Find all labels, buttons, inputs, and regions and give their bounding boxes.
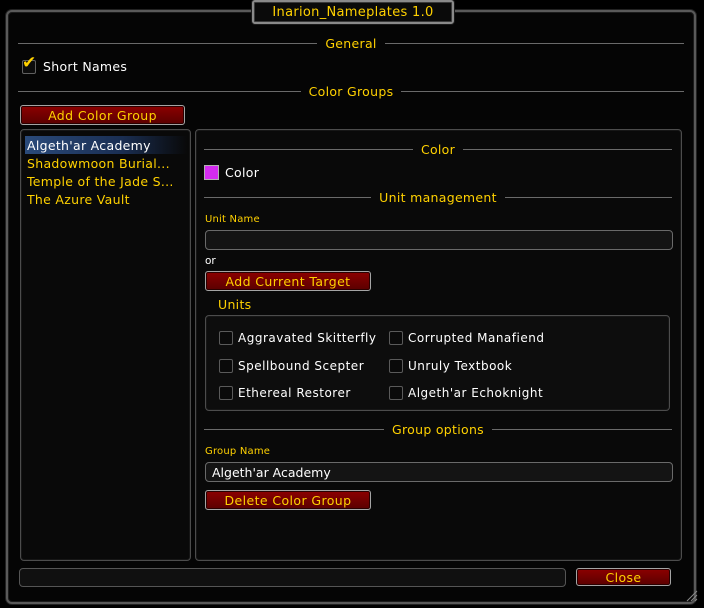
unit-label: Unruly Textbook (408, 359, 513, 373)
unit-label: Spellbound Scepter (238, 359, 365, 373)
unit-management-heading: Unit management (204, 190, 672, 205)
unit-label: Algeth'ar Echoknight (408, 386, 544, 400)
unit-label: Ethereal Restorer (238, 386, 351, 400)
color-label: Color (225, 165, 260, 180)
list-item[interactable]: The Azure Vault (25, 190, 187, 208)
units-box: Aggravated Skitterfly Corrupted Manafien… (205, 315, 670, 411)
window-title-text: Inarion_Nameplates 1.0 (272, 4, 434, 20)
general-heading: General (18, 36, 684, 51)
unit-checkbox[interactable] (389, 386, 403, 400)
group-name-label: Group Name (205, 446, 271, 457)
unit-checkbox[interactable] (389, 359, 403, 373)
unit-checkbox[interactable] (389, 331, 403, 345)
short-names-label: Short Names (43, 59, 128, 74)
add-current-target-button[interactable]: Add Current Target (205, 271, 371, 291)
color-group-list[interactable]: Algeth'ar Academy Shadowmoon Burial... T… (20, 129, 191, 561)
unit-name-label: Unit Name (205, 214, 260, 225)
resize-grip-icon[interactable] (686, 590, 698, 602)
delete-color-group-button[interactable]: Delete Color Group (205, 490, 371, 510)
window-title[interactable]: Inarion_Nameplates 1.0 (252, 0, 454, 24)
checkmark-icon: ✔ (22, 53, 37, 73)
list-item[interactable]: Shadowmoon Burial... (25, 154, 187, 172)
units-label: Units (218, 297, 252, 312)
color-groups-heading: Color Groups (18, 84, 684, 99)
unit-name-input[interactable] (205, 230, 673, 250)
list-item[interactable]: Temple of the Jade S... (25, 172, 187, 190)
color-heading: Color (204, 142, 673, 157)
or-label: or (205, 255, 216, 267)
status-bar (19, 568, 566, 587)
color-swatch[interactable] (204, 165, 219, 180)
unit-checkbox[interactable] (219, 386, 233, 400)
group-name-input[interactable]: Algeth'ar Academy (205, 462, 673, 482)
unit-checkbox[interactable] (219, 331, 233, 345)
group-options-heading: Group options (204, 422, 672, 437)
unit-label: Corrupted Manafiend (408, 331, 545, 345)
list-item[interactable]: Algeth'ar Academy (25, 136, 187, 154)
close-button[interactable]: Close (576, 568, 671, 586)
short-names-checkbox[interactable]: ✔ (22, 55, 36, 74)
unit-checkbox[interactable] (219, 359, 233, 373)
add-color-group-button[interactable]: Add Color Group (20, 105, 185, 125)
unit-label: Aggravated Skitterfly (238, 331, 377, 345)
